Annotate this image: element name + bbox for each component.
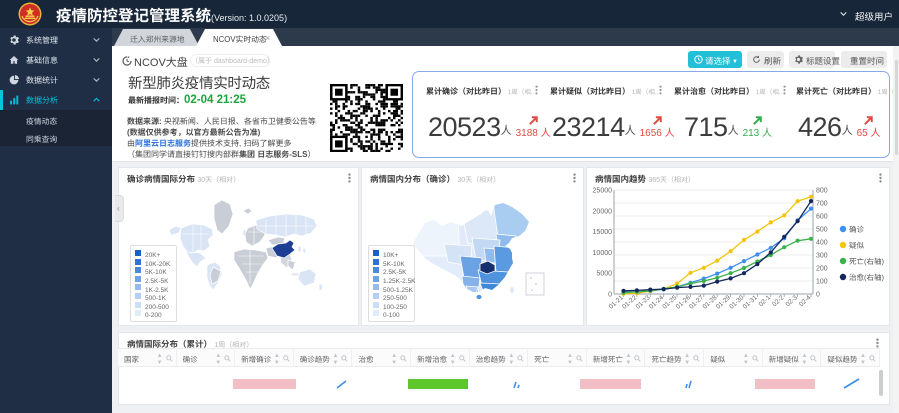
svg-text:5000: 5000 [596, 269, 612, 279]
svg-text:700: 700 [816, 199, 828, 209]
svg-text:10000: 10000 [593, 248, 613, 258]
svg-text:200: 200 [816, 264, 828, 274]
svg-text:600: 600 [816, 212, 828, 222]
svg-text:疑似: 疑似 [849, 240, 864, 251]
svg-text:100: 100 [816, 277, 828, 287]
svg-text:确诊: 确诊 [849, 224, 864, 235]
svg-text:死亡(右轴): 死亡(右轴) [849, 256, 884, 267]
svg-text:500: 500 [816, 225, 828, 235]
svg-text:25000: 25000 [593, 186, 613, 196]
svg-text:300: 300 [816, 251, 828, 261]
svg-text:治愈(右轴): 治愈(右轴) [849, 272, 884, 283]
svg-text:800: 800 [816, 186, 828, 196]
svg-text:15000: 15000 [593, 227, 613, 237]
svg-text:20000: 20000 [593, 206, 613, 216]
svg-text:0: 0 [816, 290, 820, 300]
svg-text:400: 400 [816, 238, 828, 248]
